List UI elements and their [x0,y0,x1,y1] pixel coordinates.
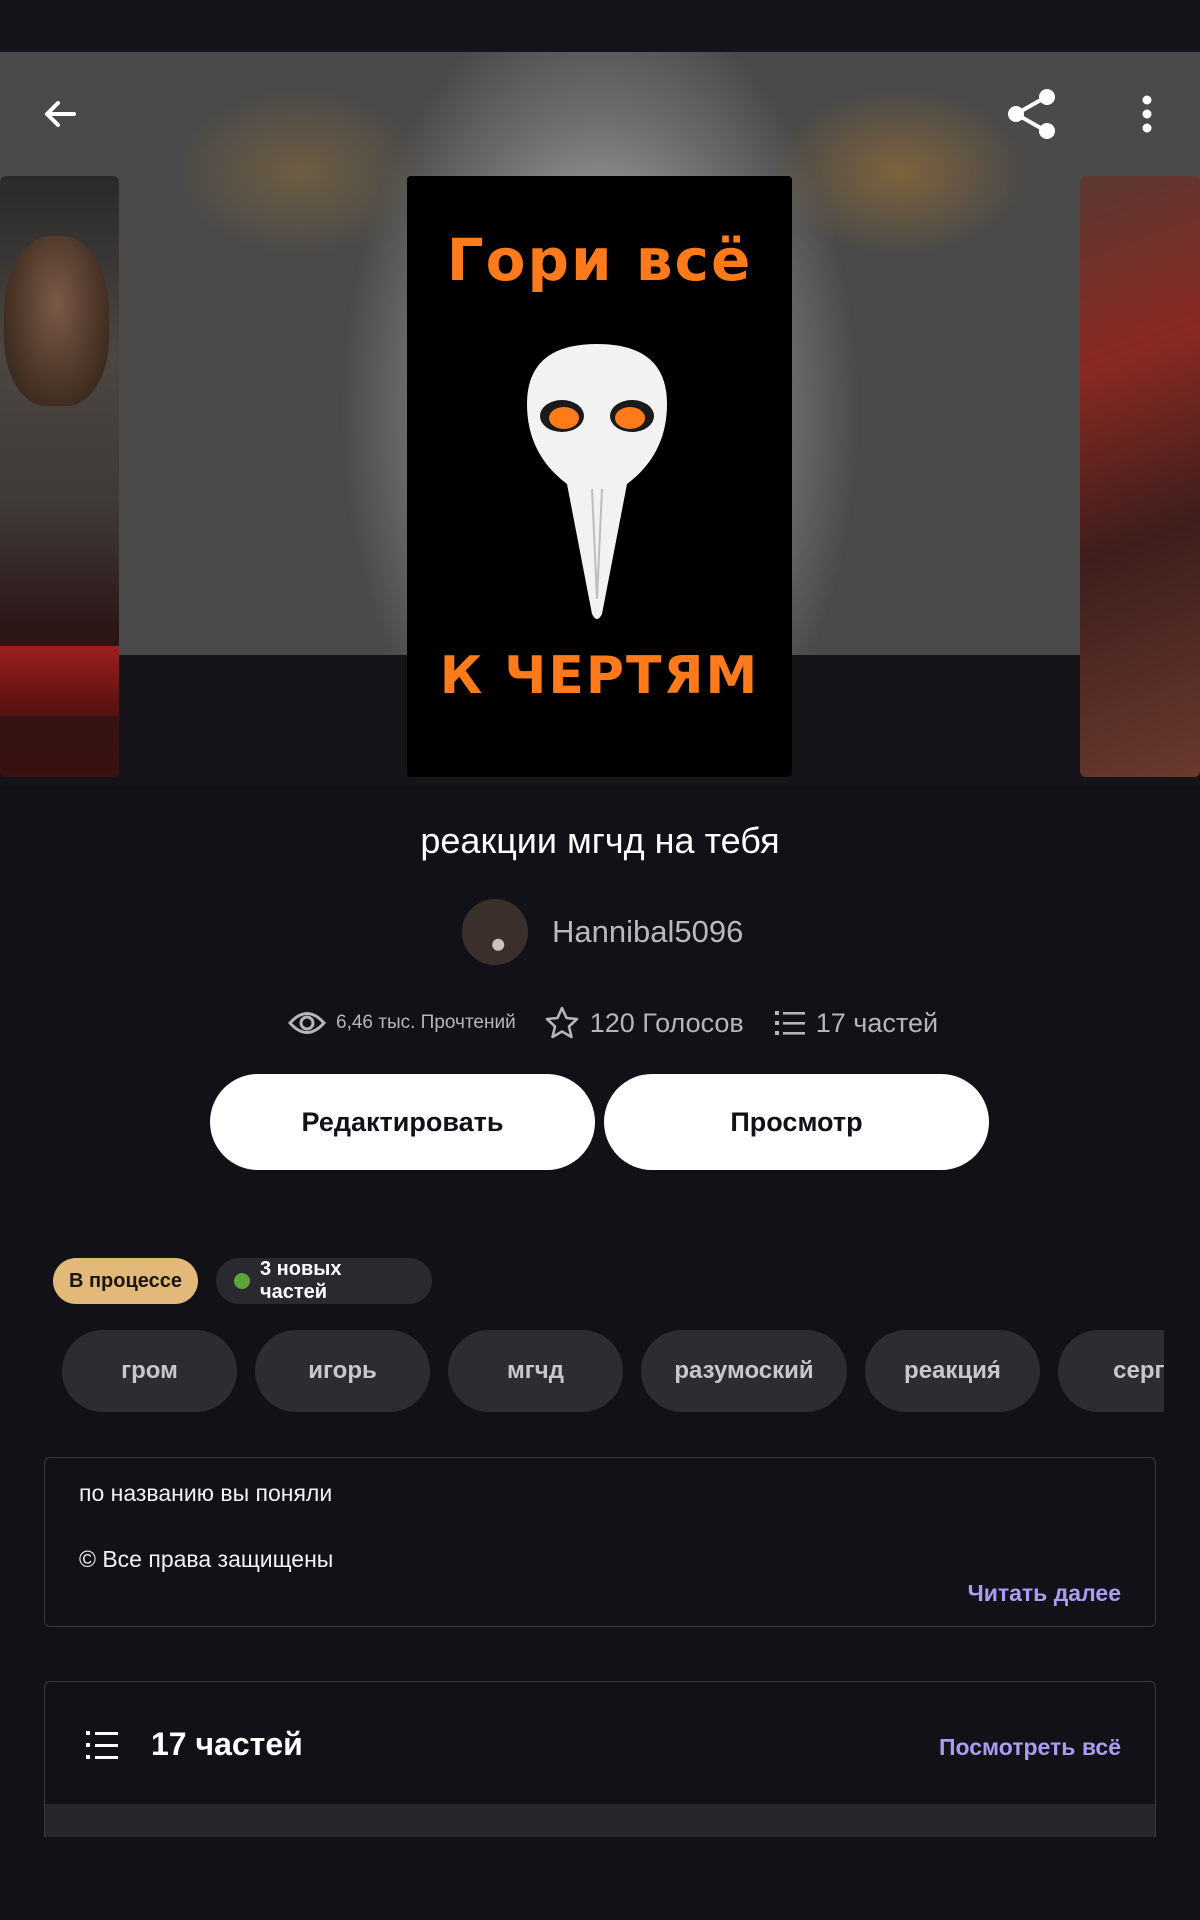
more-vertical-icon [1142,95,1152,133]
avatar[interactable] [462,899,528,965]
votes-count: 120 Голосов [589,1007,744,1038]
preview-button[interactable]: Просмотр [604,1074,989,1170]
cover-previous-art [4,236,109,406]
new-indicator-dot [234,1273,250,1289]
parts-stat: 17 частей [774,1008,938,1039]
parts-section: 17 частей Посмотреть всё [44,1681,1156,1837]
cover-title-bottom: К ЧЕРТЯМ [439,646,760,706]
stats-row: 6,46 тыс. Прочтений 120 Голосов 17 часте… [288,1000,938,1046]
author-name[interactable]: Hannibal5096 [552,914,743,950]
cover-main[interactable]: Гори всё К ЧЕРТЯМ [407,176,792,777]
story-title: реакции мгчд на тебя [420,820,780,861]
tag-chip[interactable]: реакция́ [865,1330,1040,1412]
tag-chip[interactable]: мгчд [448,1330,623,1412]
status-badge: В процессе [53,1258,198,1304]
reads-stat: 6,46 тыс. Прочтений [288,1010,516,1036]
arrow-left-icon [45,101,76,127]
list-icon [774,1011,805,1035]
see-all-link[interactable]: Посмотреть всё [939,1734,1121,1761]
tag-chip[interactable]: гром [62,1330,237,1412]
reads-count: 6,46 тыс. Прочтений [336,1012,516,1033]
plague-mask-illustration [527,344,667,619]
tag-chip[interactable]: игорь [255,1330,430,1412]
more-options-button[interactable] [1115,82,1179,146]
tag-chip[interactable]: разумоский [641,1330,847,1412]
copyright-text: © Все права защищены [79,1546,334,1572]
new-parts-label: 3 новых частей [259,1258,342,1303]
votes-stat: 120 Голосов [544,1005,744,1041]
edit-button[interactable]: Редактировать [210,1074,595,1170]
share-button[interactable] [1000,82,1064,146]
cover-next[interactable] [1080,176,1200,777]
new-parts-badge: 3 новых частей [216,1258,432,1304]
read-more-link[interactable]: Читать далее [968,1580,1121,1607]
parts-section-title: 17 частей [151,1726,303,1762]
eye-icon [288,1012,326,1034]
share-icon [1008,89,1055,139]
parts-list-preview[interactable] [45,1804,1155,1837]
back-button[interactable] [28,82,92,146]
description-text: по названию вы поняли [79,1480,333,1506]
tag-chip[interactable]: серге [1058,1330,1164,1412]
description-box: по названию вы поняли © Все права защище… [44,1457,1156,1627]
cover-previous-art-title [0,646,119,716]
cover-previous[interactable] [0,176,119,777]
parts-count: 17 частей [815,1007,939,1038]
list-icon [86,1731,118,1759]
cover-title-top: Гори всё [446,226,753,294]
author-row[interactable]: Hannibal5096 [462,898,743,966]
tags-carousel[interactable]: гром игорь мгчд разумоский реакция́ серг… [53,1330,1164,1412]
status-bar [0,0,1200,52]
star-icon [545,1006,579,1039]
